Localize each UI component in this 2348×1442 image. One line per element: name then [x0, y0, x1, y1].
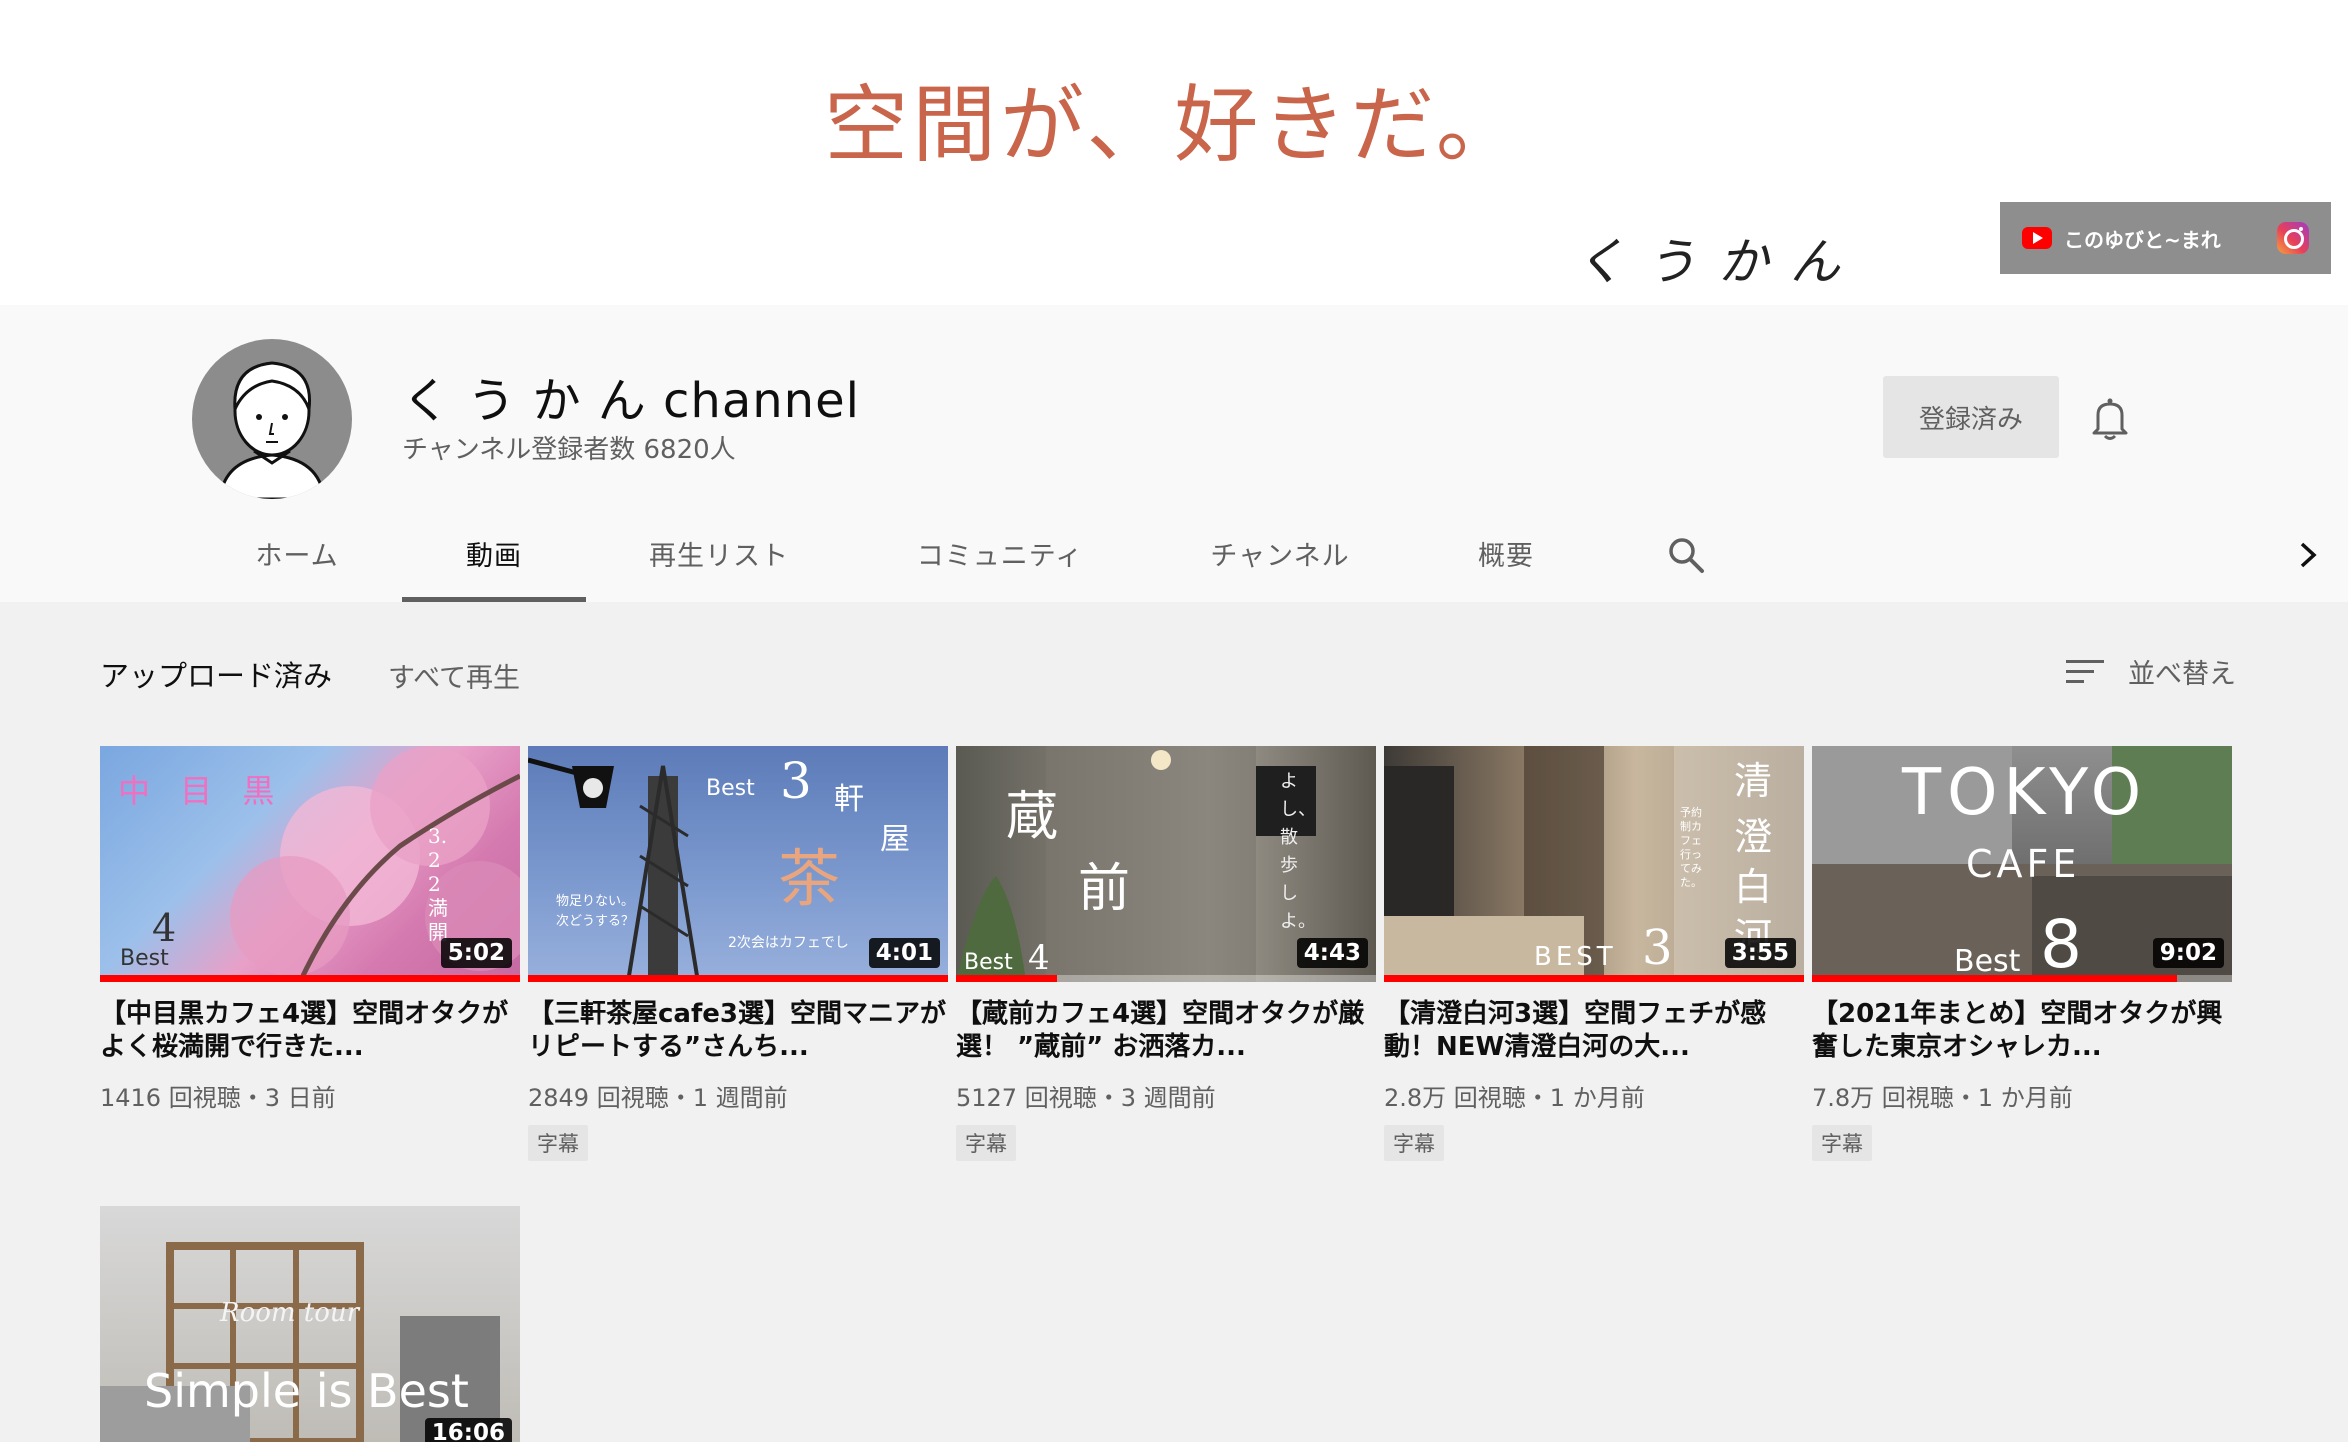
search-icon[interactable] [1666, 535, 1706, 575]
thumb-text: 蔵 [1006, 787, 1059, 847]
channel-header: く う か ん channel チャンネル登録者数 6820人 登録済み ホーム… [0, 305, 2348, 602]
tab-home[interactable]: ホーム [217, 505, 377, 602]
video-card[interactable]: Best 3 軒 屋 茶 物足りない。 次どうする？ 2次会はカフェでし 4:0… [528, 746, 948, 1161]
watch-progress [956, 975, 1057, 982]
video-duration: 3:55 [1724, 938, 1796, 968]
thumb-text: Best [120, 946, 169, 971]
youtube-icon[interactable] [2022, 227, 2052, 249]
channel-banner: 空間が、好きだ。 くうかん このゆびと~まれ [0, 0, 2348, 305]
video-thumbnail[interactable]: 清 澄 白 河 BEST 3 予約制カフェ 行ってみた。 3:55 [1384, 746, 1804, 982]
video-thumbnail[interactable]: Best 3 軒 屋 茶 物足りない。 次どうする？ 2次会はカフェでし 4:0… [528, 746, 948, 982]
tab-community[interactable]: コミュニティ [900, 505, 1100, 602]
tab-channels[interactable]: チャンネル [1190, 505, 1370, 602]
avatar[interactable] [192, 339, 352, 499]
video-thumbnail[interactable]: 中 目 黒 4 Best 3.22満開 5:02 [100, 746, 520, 982]
banner-link-label[interactable]: このゆびと~まれ [2064, 224, 2277, 253]
thumb-text: 軒 [834, 782, 864, 817]
channel-name: く う か ん channel [402, 373, 860, 429]
banner-title: 空間が、好きだ。 [824, 76, 1524, 174]
video-duration: 9:02 [2152, 938, 2224, 968]
subscribed-button[interactable]: 登録済み [1883, 376, 2059, 458]
video-card[interactable]: 蔵 前 Best 4 よし、散歩しよ。 4:43 【蔵前カフェ4選】空間オタクが… [956, 746, 1376, 1161]
video-thumbnail[interactable]: 蔵 前 Best 4 よし、散歩しよ。 4:43 [956, 746, 1376, 982]
video-card[interactable]: TOKYO CAFE Best 8 9:02 【2021年まとめ】空間オタクが興… [1812, 746, 2232, 1161]
thumb-text: 中 目 黒 [118, 772, 285, 810]
chevron-right-icon[interactable] [2290, 538, 2324, 572]
thumb-text: 物足りない。 [556, 894, 635, 909]
instagram-icon[interactable] [2277, 222, 2309, 254]
thumb-text: 屋 [880, 822, 910, 857]
thumb-text: Simple is Best [144, 1364, 469, 1418]
thumb-text: 3 [780, 752, 812, 810]
video-title[interactable]: 【清澄白河3選】空間フェチが感動！NEW清澄白河の大... [1384, 998, 1804, 1064]
thumb-text: よし、散歩しよ。 [1280, 771, 1316, 932]
video-card[interactable]: 中 目 黒 4 Best 3.22満開 5:02 【中目黒カフェ4選】空間オタク… [100, 746, 520, 1113]
thumb-text: 前 [1078, 859, 1131, 919]
video-title[interactable]: 【中目黒カフェ4選】空間オタクがよく桜満開で行きた... [100, 998, 520, 1064]
video-duration: 4:43 [1296, 938, 1368, 968]
captions-badge: 字幕 [528, 1125, 588, 1161]
video-title[interactable]: 【2021年まとめ】空間オタクが興奮した東京オシャレカ... [1812, 998, 2232, 1064]
thumb-text: Room tour [220, 1298, 360, 1328]
thumb-text: 次どうする？ [556, 914, 635, 929]
thumb-text: TOKYO [1902, 756, 2148, 830]
banner-links[interactable]: このゆびと~まれ [2000, 202, 2331, 274]
captions-badge: 字幕 [1384, 1125, 1444, 1161]
thumb-text: 澄 [1734, 815, 1773, 859]
captions-badge: 字幕 [956, 1125, 1016, 1161]
thumb-text: 清 [1734, 759, 1773, 803]
video-card[interactable]: Room tour Simple is Best 16:06 [100, 1206, 520, 1442]
video-thumbnail[interactable]: TOKYO CAFE Best 8 9:02 [1812, 746, 2232, 982]
bell-icon[interactable] [2090, 397, 2130, 441]
channel-tabs: ホーム 動画 再生リスト コミュニティ チャンネル 概要 [0, 505, 2348, 602]
thumb-text: 4 [152, 906, 177, 950]
watch-progress [1812, 975, 2178, 982]
watch-progress [100, 975, 520, 982]
thumb-text: 茶 [778, 842, 841, 915]
video-duration: 5:02 [440, 938, 512, 968]
thumb-text: 白 [1734, 865, 1773, 909]
tab-about[interactable]: 概要 [1460, 505, 1552, 602]
thumb-text: Best [1954, 944, 2021, 979]
video-meta: 5127 回視聴・3 週間前 [956, 1084, 1216, 1112]
video-title[interactable]: 【三軒茶屋cafe3選】空間マニアがリピートする”さんち... [528, 998, 948, 1064]
thumb-text: 予約制カフェ 行ってみた。 [1680, 806, 1702, 889]
thumb-text: 3.22満開 [428, 824, 448, 944]
video-meta: 1416 回視聴・3 日前 [100, 1084, 336, 1112]
video-meta: 2849 回視聴・1 週間前 [528, 1084, 788, 1112]
video-thumbnail[interactable]: Room tour Simple is Best 16:06 [100, 1206, 520, 1442]
thumb-text: Best [706, 776, 755, 801]
video-meta: 7.8万 回視聴・1 か月前 [1812, 1084, 2073, 1112]
video-duration: 4:01 [868, 938, 940, 968]
sort-button[interactable]: 並べ替え [2066, 652, 2236, 691]
thumb-text: Best [964, 950, 1013, 975]
thumb-text: BEST [1534, 942, 1617, 972]
thumb-text: CAFE [1966, 842, 2081, 886]
thumb-text: 4 [1028, 938, 1050, 978]
video-duration: 16:06 [424, 1418, 512, 1442]
thumb-text: 2次会はカフェでし [728, 935, 849, 951]
avatar-illustration [218, 361, 326, 499]
watch-progress [528, 975, 948, 982]
section-title: アップロード済み [100, 659, 333, 693]
thumb-text: 8 [2040, 906, 2082, 982]
video-meta: 2.8万 回視聴・1 か月前 [1384, 1084, 1645, 1112]
tab-videos[interactable]: 動画 [402, 505, 586, 602]
video-card[interactable]: 清 澄 白 河 BEST 3 予約制カフェ 行ってみた。 3:55 【清澄白河3… [1384, 746, 1804, 1161]
watch-progress [1384, 975, 1804, 982]
video-title[interactable]: 【蔵前カフェ4選】空間オタクが厳選！ ”蔵前” お洒落カ... [956, 998, 1376, 1064]
tab-playlists[interactable]: 再生リスト [626, 505, 812, 602]
play-all-link[interactable]: すべて再生 [388, 656, 520, 695]
sort-icon [2066, 658, 2106, 686]
banner-signature: くうかん [1575, 233, 1862, 291]
sort-label: 並べ替え [2128, 659, 2236, 690]
thumb-text: 3 [1642, 920, 1673, 976]
captions-badge: 字幕 [1812, 1125, 1872, 1161]
subscriber-count: チャンネル登録者数 6820人 [402, 435, 736, 465]
